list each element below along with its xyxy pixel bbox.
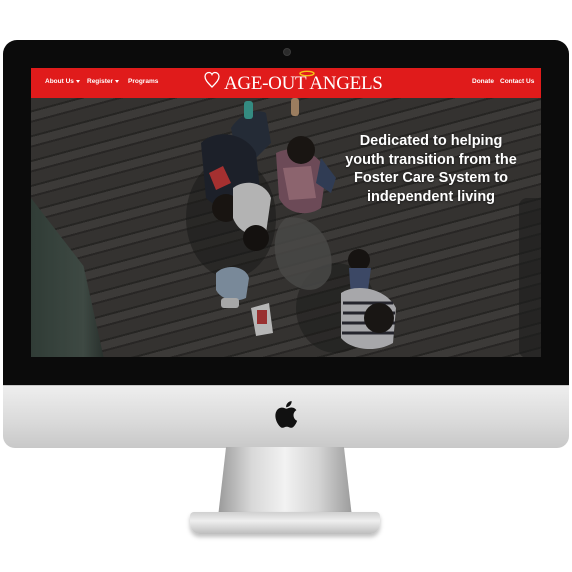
chevron-down-icon — [75, 79, 80, 83]
logo-text: AGE-OUT ANGELS — [224, 73, 383, 94]
nav-register-label: Register — [87, 78, 114, 85]
hero-heading: Dedicated to helping youth transition fr… — [331, 132, 531, 206]
chevron-down-icon — [115, 79, 120, 83]
nav-donate[interactable]: Donate — [472, 78, 494, 85]
imac-stand-base — [190, 512, 380, 534]
apple-logo-icon — [275, 401, 298, 428]
navbar: About Us Register Programs AGE-OUT ANGEL… — [31, 68, 541, 98]
imac-stand-neck — [218, 447, 352, 517]
heart-outline-icon — [204, 71, 220, 88]
hero-line-4: independent living — [366, 188, 496, 205]
camera-icon — [283, 48, 291, 56]
hero-line-3: Foster Care System to — [354, 170, 508, 186]
website-screen: About Us Register Programs AGE-OUT ANGEL… — [31, 68, 541, 357]
hero-line-1: Dedicated to helping — [359, 133, 503, 149]
nav-about-us[interactable]: About Us — [45, 78, 80, 85]
hero-line-2: youth transition from the — [345, 151, 517, 168]
site-logo[interactable]: AGE-OUT ANGELS — [186, 70, 386, 96]
hero-section: Dedicated to helping youth transition fr… — [31, 98, 541, 357]
nav-programs[interactable]: Programs — [128, 78, 158, 85]
nav-register[interactable]: Register — [87, 78, 120, 85]
imac-bottom-bezel — [3, 357, 569, 385]
nav-contact-us[interactable]: Contact Us — [500, 78, 534, 85]
nav-about-label: About Us — [45, 78, 74, 85]
